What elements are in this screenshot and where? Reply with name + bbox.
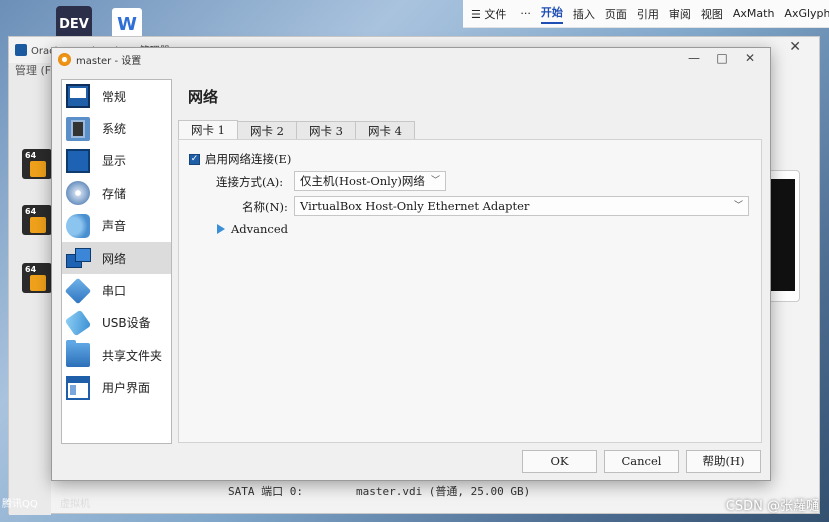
attached-to-value: 仅主机(Host-Only)网络 <box>300 174 425 188</box>
section-title: 网络 <box>188 88 219 106</box>
system-icon <box>66 116 90 141</box>
sidebar-item-serial[interactable]: 串口 <box>62 274 171 306</box>
adapter-panel: ✓ 启用网络连接(E) 连接方式(A): 仅主机(Host-Only)网络 ﹀ … <box>178 139 762 443</box>
maximize-icon[interactable]: □ <box>708 51 736 65</box>
virtualbox-gear-icon <box>58 52 71 66</box>
tab-adapter-2[interactable]: 网卡 2 <box>236 121 297 140</box>
usb-icon <box>64 309 92 337</box>
tab-adapter-4[interactable]: 网卡 4 <box>354 121 415 140</box>
ribbon-tab-insert[interactable]: 插入 <box>573 6 595 22</box>
ribbon-more[interactable]: ··· <box>520 7 531 20</box>
storage-icon <box>66 181 90 206</box>
vm-badge: 64 <box>25 265 37 274</box>
dialog-titlebar[interactable]: master - 设置 — □ ✕ <box>52 48 770 70</box>
help-button[interactable]: 帮助(H) <box>686 450 761 473</box>
shared-folder-icon <box>66 340 90 368</box>
sidebar-item-user-interface[interactable]: 用户界面 <box>62 372 171 404</box>
adapter-tabs: 网卡 1 网卡 2 网卡 3 网卡 4 <box>178 120 415 141</box>
sidebar-item-label: 系统 <box>102 122 127 137</box>
ribbon-tab-axglyph[interactable]: AxGlyph <box>784 7 829 20</box>
chevron-down-icon: ﹀ <box>430 176 440 186</box>
file-menu-label: 文件 <box>484 7 507 21</box>
vm-preview <box>766 170 800 302</box>
sidebar-item-label: 共享文件夹 <box>102 348 163 363</box>
virtualbox-logo-icon <box>15 43 27 56</box>
vm-badge: 64 <box>25 207 37 216</box>
tab-adapter-1[interactable]: 网卡 1 <box>178 120 238 140</box>
manager-menu-label[interactable]: 管理 (F) <box>15 62 55 78</box>
sidebar-item-shared-folders[interactable]: 共享文件夹 <box>62 339 171 371</box>
serial-icon <box>64 277 92 304</box>
window-controls: — □ ✕ <box>680 51 764 65</box>
watermark: CSDN @张蘿嗵 <box>725 499 819 514</box>
dialog-title: master - 设置 <box>76 55 142 67</box>
sidebar-item-usb[interactable]: USB设备 <box>62 307 171 339</box>
sidebar-item-display[interactable]: 显示 <box>62 145 171 177</box>
user-interface-icon <box>66 375 90 400</box>
enable-adapter-label: 启用网络连接(E) <box>205 152 292 166</box>
sidebar-item-audio[interactable]: 声音 <box>62 210 171 242</box>
file-menu[interactable]: ☰ 文件 <box>471 6 516 22</box>
attached-to-select[interactable]: 仅主机(Host-Only)网络 ﹀ <box>294 171 446 191</box>
sidebar-item-general[interactable]: 常规 <box>62 80 171 112</box>
adapter-name-select[interactable]: VirtualBox Host-Only Ethernet Adapter ﹀ <box>294 196 749 216</box>
sidebar-item-storage[interactable]: 存储 <box>62 177 171 209</box>
expand-triangle-icon <box>217 224 225 234</box>
sidebar-item-label: 用户界面 <box>102 381 151 396</box>
manager-close-icon[interactable]: ✕ <box>789 39 801 55</box>
vm-tile[interactable]: 64 <box>22 263 52 293</box>
advanced-label: Advanced <box>231 222 289 236</box>
word-ribbon: ☰ 文件 ··· 开始 插入 页面 引用 审阅 视图 AxMath AxGlyp… <box>463 0 829 28</box>
ribbon-tab-page[interactable]: 页面 <box>605 6 627 22</box>
display-icon <box>66 148 90 173</box>
adapter-name-value: VirtualBox Host-Only Ethernet Adapter <box>300 199 530 213</box>
ribbon-tab-review[interactable]: 审阅 <box>669 6 691 22</box>
network-icon <box>66 246 91 270</box>
tab-adapter-3[interactable]: 网卡 3 <box>295 121 356 140</box>
ok-button[interactable]: OK <box>522 450 597 473</box>
sidebar-item-network[interactable]: 网络 <box>62 241 171 275</box>
ribbon-tab-home[interactable]: 开始 <box>540 4 563 24</box>
chevron-down-icon: ﹀ <box>733 201 743 211</box>
attached-to-label: 连接方式(A): <box>216 175 284 189</box>
cancel-button[interactable]: Cancel <box>604 450 679 473</box>
minimize-icon[interactable]: — <box>680 51 708 65</box>
sidebar-item-label: 常规 <box>102 89 127 104</box>
close-icon[interactable]: ✕ <box>736 51 764 65</box>
sidebar-item-label: 串口 <box>102 284 127 299</box>
audio-icon <box>66 213 90 238</box>
sidebar-item-system[interactable]: 系统 <box>62 112 171 144</box>
vm-tile[interactable]: 64 <box>22 205 52 235</box>
vm-tile[interactable]: 64 <box>22 149 52 179</box>
advanced-toggle[interactable]: Advanced <box>217 222 288 236</box>
storage-detail-line: SATA 端口 0: master.vdi (普通, 25.00 GB) <box>228 485 531 498</box>
sidebar-item-label: USB设备 <box>102 316 151 331</box>
sidebar-item-label: 存储 <box>102 186 127 201</box>
ribbon-tab-axmath[interactable]: AxMath <box>733 7 775 20</box>
enable-adapter-row[interactable]: ✓ 启用网络连接(E) <box>189 151 291 167</box>
taskbar-vm-label[interactable]: 虚拟机 <box>60 495 90 510</box>
taskbar-qq-label[interactable]: 腾讯QQ <box>2 495 38 510</box>
adapter-name-label: 名称(N): <box>242 200 288 214</box>
ribbon-tab-view[interactable]: 视图 <box>701 6 723 22</box>
settings-sidebar: 常规 系统 显示 存储 声音 网络 串口 USB设备 共享文件夹 用户界面 <box>61 79 172 444</box>
general-icon <box>66 84 90 109</box>
sidebar-item-label: 声音 <box>102 219 127 234</box>
enable-adapter-checkbox[interactable]: ✓ <box>189 153 200 165</box>
sidebar-item-label: 网络 <box>102 251 127 266</box>
sidebar-item-label: 显示 <box>102 154 127 169</box>
ribbon-tab-references[interactable]: 引用 <box>637 6 659 22</box>
vm-badge: 64 <box>25 151 37 160</box>
settings-dialog: master - 设置 — □ ✕ 常规 系统 显示 存储 声音 网络 串口 U… <box>51 47 771 481</box>
